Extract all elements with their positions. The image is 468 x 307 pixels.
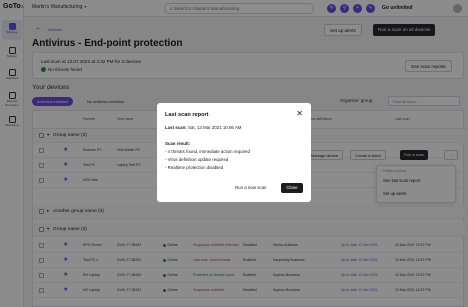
scan-report-dialog: Last scan report ✕ Last scan: Sat, 13 Ma… [157, 103, 311, 202]
last-scan-value: Sat, 13 Mar 2021 10:56 AM [187, 125, 242, 130]
run-new-scan-button[interactable]: Run a new scan [235, 185, 267, 190]
scan-result-item: - Realtime protection disabled [165, 165, 224, 170]
scan-result-item: - 4 threats found, immediate action requ… [165, 149, 250, 154]
last-scan-line: Last scan: Sat, 13 Mar 2021 10:56 AM [165, 125, 241, 130]
dialog-title: Last scan report [165, 112, 209, 118]
scan-result-item: - Virus definition update required [165, 157, 229, 162]
close-button[interactable]: Close [281, 183, 303, 193]
last-scan-label: Last scan: [165, 125, 187, 130]
scan-result-label: Scan result: [165, 141, 191, 146]
close-icon[interactable]: ✕ [296, 109, 303, 118]
